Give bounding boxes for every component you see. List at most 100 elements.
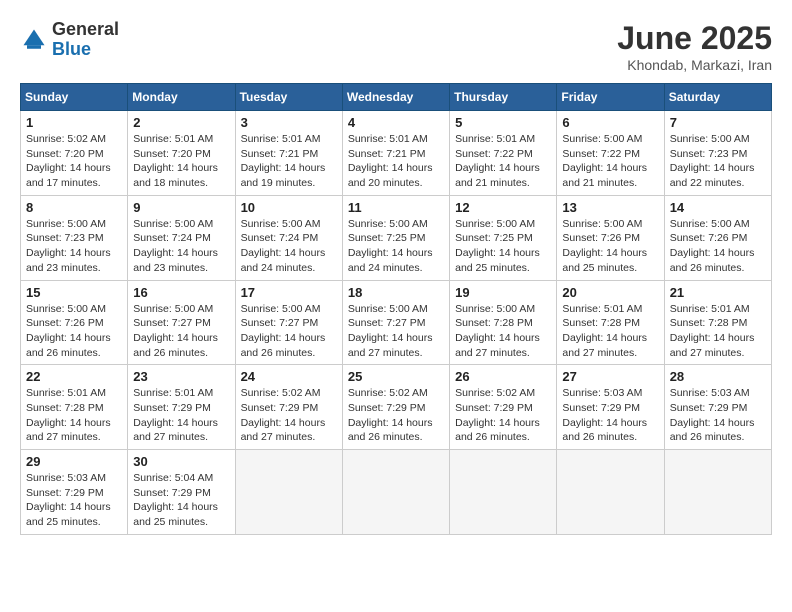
- calendar-day-cell: 12 Sunrise: 5:00 AM Sunset: 7:25 PM Dayl…: [450, 195, 557, 280]
- month-year-title: June 2025: [617, 20, 772, 57]
- calendar-day-cell: 9 Sunrise: 5:00 AM Sunset: 7:24 PM Dayli…: [128, 195, 235, 280]
- calendar-week-row: 29 Sunrise: 5:03 AM Sunset: 7:29 PM Dayl…: [21, 450, 772, 535]
- calendar-day-cell: 4 Sunrise: 5:01 AM Sunset: 7:21 PM Dayli…: [342, 111, 449, 196]
- day-number: 9: [133, 200, 229, 215]
- day-number: 29: [26, 454, 122, 469]
- col-saturday: Saturday: [664, 84, 771, 111]
- day-info: Sunrise: 5:00 AM Sunset: 7:26 PM Dayligh…: [26, 302, 122, 361]
- day-info: Sunrise: 5:02 AM Sunset: 7:29 PM Dayligh…: [455, 386, 551, 445]
- calendar-day-cell: 1 Sunrise: 5:02 AM Sunset: 7:20 PM Dayli…: [21, 111, 128, 196]
- day-info: Sunrise: 5:00 AM Sunset: 7:26 PM Dayligh…: [562, 217, 658, 276]
- day-info: Sunrise: 5:01 AM Sunset: 7:28 PM Dayligh…: [26, 386, 122, 445]
- calendar-day-cell: 30 Sunrise: 5:04 AM Sunset: 7:29 PM Dayl…: [128, 450, 235, 535]
- col-sunday: Sunday: [21, 84, 128, 111]
- day-info: Sunrise: 5:03 AM Sunset: 7:29 PM Dayligh…: [26, 471, 122, 530]
- day-number: 7: [670, 115, 766, 130]
- calendar-day-cell: 2 Sunrise: 5:01 AM Sunset: 7:20 PM Dayli…: [128, 111, 235, 196]
- day-info: Sunrise: 5:00 AM Sunset: 7:24 PM Dayligh…: [241, 217, 337, 276]
- day-number: 10: [241, 200, 337, 215]
- day-info: Sunrise: 5:00 AM Sunset: 7:27 PM Dayligh…: [241, 302, 337, 361]
- day-number: 5: [455, 115, 551, 130]
- day-number: 12: [455, 200, 551, 215]
- day-number: 16: [133, 285, 229, 300]
- calendar-day-cell: 20 Sunrise: 5:01 AM Sunset: 7:28 PM Dayl…: [557, 280, 664, 365]
- day-info: Sunrise: 5:00 AM Sunset: 7:22 PM Dayligh…: [562, 132, 658, 191]
- calendar-day-cell: 28 Sunrise: 5:03 AM Sunset: 7:29 PM Dayl…: [664, 365, 771, 450]
- calendar-day-cell: 5 Sunrise: 5:01 AM Sunset: 7:22 PM Dayli…: [450, 111, 557, 196]
- day-info: Sunrise: 5:00 AM Sunset: 7:27 PM Dayligh…: [133, 302, 229, 361]
- day-info: Sunrise: 5:02 AM Sunset: 7:29 PM Dayligh…: [241, 386, 337, 445]
- calendar-day-cell: 23 Sunrise: 5:01 AM Sunset: 7:29 PM Dayl…: [128, 365, 235, 450]
- day-info: Sunrise: 5:00 AM Sunset: 7:26 PM Dayligh…: [670, 217, 766, 276]
- day-number: 13: [562, 200, 658, 215]
- day-number: 1: [26, 115, 122, 130]
- calendar-day-cell: 11 Sunrise: 5:00 AM Sunset: 7:25 PM Dayl…: [342, 195, 449, 280]
- day-info: Sunrise: 5:01 AM Sunset: 7:21 PM Dayligh…: [241, 132, 337, 191]
- logo-icon: [20, 26, 48, 54]
- day-number: 25: [348, 369, 444, 384]
- day-number: 30: [133, 454, 229, 469]
- empty-cell: [557, 450, 664, 535]
- day-info: Sunrise: 5:01 AM Sunset: 7:21 PM Dayligh…: [348, 132, 444, 191]
- day-info: Sunrise: 5:00 AM Sunset: 7:28 PM Dayligh…: [455, 302, 551, 361]
- calendar-day-cell: 3 Sunrise: 5:01 AM Sunset: 7:21 PM Dayli…: [235, 111, 342, 196]
- day-number: 23: [133, 369, 229, 384]
- logo: General Blue: [20, 20, 119, 60]
- day-info: Sunrise: 5:01 AM Sunset: 7:28 PM Dayligh…: [562, 302, 658, 361]
- day-info: Sunrise: 5:00 AM Sunset: 7:27 PM Dayligh…: [348, 302, 444, 361]
- day-info: Sunrise: 5:00 AM Sunset: 7:23 PM Dayligh…: [26, 217, 122, 276]
- calendar-day-cell: 24 Sunrise: 5:02 AM Sunset: 7:29 PM Dayl…: [235, 365, 342, 450]
- day-info: Sunrise: 5:01 AM Sunset: 7:29 PM Dayligh…: [133, 386, 229, 445]
- day-number: 20: [562, 285, 658, 300]
- logo-blue-text: Blue: [52, 39, 91, 59]
- calendar-day-cell: 19 Sunrise: 5:00 AM Sunset: 7:28 PM Dayl…: [450, 280, 557, 365]
- day-info: Sunrise: 5:01 AM Sunset: 7:28 PM Dayligh…: [670, 302, 766, 361]
- title-block: June 2025 Khondab, Markazi, Iran: [617, 20, 772, 73]
- calendar-day-cell: 8 Sunrise: 5:00 AM Sunset: 7:23 PM Dayli…: [21, 195, 128, 280]
- calendar-day-cell: 18 Sunrise: 5:00 AM Sunset: 7:27 PM Dayl…: [342, 280, 449, 365]
- empty-cell: [235, 450, 342, 535]
- day-number: 19: [455, 285, 551, 300]
- calendar-week-row: 1 Sunrise: 5:02 AM Sunset: 7:20 PM Dayli…: [21, 111, 772, 196]
- calendar-day-cell: 6 Sunrise: 5:00 AM Sunset: 7:22 PM Dayli…: [557, 111, 664, 196]
- calendar-week-row: 15 Sunrise: 5:00 AM Sunset: 7:26 PM Dayl…: [21, 280, 772, 365]
- day-info: Sunrise: 5:00 AM Sunset: 7:25 PM Dayligh…: [348, 217, 444, 276]
- day-number: 6: [562, 115, 658, 130]
- day-number: 22: [26, 369, 122, 384]
- day-info: Sunrise: 5:00 AM Sunset: 7:23 PM Dayligh…: [670, 132, 766, 191]
- day-number: 14: [670, 200, 766, 215]
- empty-cell: [450, 450, 557, 535]
- calendar-day-cell: 26 Sunrise: 5:02 AM Sunset: 7:29 PM Dayl…: [450, 365, 557, 450]
- day-info: Sunrise: 5:01 AM Sunset: 7:22 PM Dayligh…: [455, 132, 551, 191]
- day-info: Sunrise: 5:03 AM Sunset: 7:29 PM Dayligh…: [670, 386, 766, 445]
- calendar-day-cell: 13 Sunrise: 5:00 AM Sunset: 7:26 PM Dayl…: [557, 195, 664, 280]
- location-subtitle: Khondab, Markazi, Iran: [617, 57, 772, 73]
- day-number: 8: [26, 200, 122, 215]
- col-thursday: Thursday: [450, 84, 557, 111]
- calendar-day-cell: 27 Sunrise: 5:03 AM Sunset: 7:29 PM Dayl…: [557, 365, 664, 450]
- page-header: General Blue June 2025 Khondab, Markazi,…: [20, 20, 772, 73]
- empty-cell: [664, 450, 771, 535]
- col-monday: Monday: [128, 84, 235, 111]
- day-number: 28: [670, 369, 766, 384]
- calendar-day-cell: 16 Sunrise: 5:00 AM Sunset: 7:27 PM Dayl…: [128, 280, 235, 365]
- day-info: Sunrise: 5:00 AM Sunset: 7:24 PM Dayligh…: [133, 217, 229, 276]
- day-number: 27: [562, 369, 658, 384]
- calendar-day-cell: 7 Sunrise: 5:00 AM Sunset: 7:23 PM Dayli…: [664, 111, 771, 196]
- day-number: 24: [241, 369, 337, 384]
- day-info: Sunrise: 5:04 AM Sunset: 7:29 PM Dayligh…: [133, 471, 229, 530]
- empty-cell: [342, 450, 449, 535]
- col-wednesday: Wednesday: [342, 84, 449, 111]
- day-info: Sunrise: 5:00 AM Sunset: 7:25 PM Dayligh…: [455, 217, 551, 276]
- calendar-day-cell: 21 Sunrise: 5:01 AM Sunset: 7:28 PM Dayl…: [664, 280, 771, 365]
- col-friday: Friday: [557, 84, 664, 111]
- calendar-table: Sunday Monday Tuesday Wednesday Thursday…: [20, 83, 772, 535]
- calendar-day-cell: 14 Sunrise: 5:00 AM Sunset: 7:26 PM Dayl…: [664, 195, 771, 280]
- calendar-day-cell: 15 Sunrise: 5:00 AM Sunset: 7:26 PM Dayl…: [21, 280, 128, 365]
- day-number: 2: [133, 115, 229, 130]
- calendar-day-cell: 10 Sunrise: 5:00 AM Sunset: 7:24 PM Dayl…: [235, 195, 342, 280]
- calendar-day-cell: 29 Sunrise: 5:03 AM Sunset: 7:29 PM Dayl…: [21, 450, 128, 535]
- calendar-day-cell: 25 Sunrise: 5:02 AM Sunset: 7:29 PM Dayl…: [342, 365, 449, 450]
- day-info: Sunrise: 5:02 AM Sunset: 7:29 PM Dayligh…: [348, 386, 444, 445]
- day-number: 26: [455, 369, 551, 384]
